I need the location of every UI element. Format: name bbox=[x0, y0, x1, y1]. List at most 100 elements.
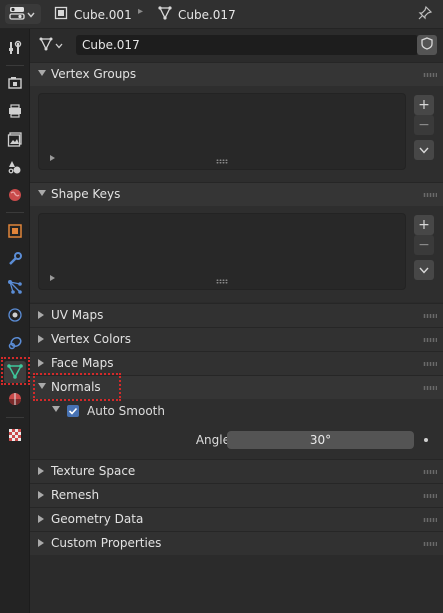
panel-remesh-label: Remesh bbox=[51, 488, 100, 502]
drag-grip-icon[interactable] bbox=[423, 73, 437, 77]
drag-grip-icon[interactable] bbox=[423, 542, 437, 546]
drag-grip-icon[interactable] bbox=[423, 338, 437, 342]
tab-modifiers[interactable] bbox=[4, 249, 26, 271]
breadcrumb-object-name: Cube.001 bbox=[74, 7, 132, 22]
world-globe-icon bbox=[7, 187, 23, 206]
filter-options-triangle-icon[interactable] bbox=[50, 275, 55, 281]
panel-normals-label: Normals bbox=[51, 380, 101, 394]
fake-user-button[interactable] bbox=[417, 35, 437, 55]
expand-triangle-icon bbox=[38, 190, 46, 196]
printer-icon bbox=[7, 103, 23, 122]
tab-output[interactable] bbox=[4, 101, 26, 123]
angle-field[interactable]: 30° bbox=[227, 431, 414, 449]
panel-normals-body: Auto Smooth Angle 30° bbox=[30, 399, 443, 459]
collapse-triangle-icon bbox=[38, 335, 44, 343]
mesh-data-triangle-icon bbox=[39, 37, 53, 54]
tab-data[interactable] bbox=[4, 361, 26, 383]
auto-smooth-label: Auto Smooth bbox=[87, 404, 165, 418]
tab-particles[interactable] bbox=[4, 277, 26, 299]
panel-face-maps-label: Face Maps bbox=[51, 356, 114, 370]
shape-key-specials-button[interactable] bbox=[414, 260, 434, 280]
angle-label: Angle bbox=[195, 433, 230, 447]
camera-back-icon bbox=[7, 75, 23, 94]
wrench-icon bbox=[7, 251, 23, 270]
mesh-name-field[interactable]: Cube.017 bbox=[76, 35, 418, 55]
tab-tool[interactable] bbox=[4, 38, 26, 60]
mesh-data-triangle-icon bbox=[7, 363, 23, 382]
panel-shape-keys-body: + − bbox=[30, 206, 443, 302]
list-resize-handle-icon[interactable] bbox=[216, 279, 228, 284]
breadcrumb-object: Cube.001 bbox=[54, 6, 132, 23]
collapse-triangle-icon bbox=[38, 311, 44, 319]
panel-vertex-groups-header[interactable]: Vertex Groups bbox=[30, 62, 443, 86]
tab-scene[interactable] bbox=[4, 157, 26, 179]
drag-grip-icon[interactable] bbox=[423, 470, 437, 474]
mesh-browse-button[interactable] bbox=[39, 36, 73, 54]
drag-grip-icon[interactable] bbox=[423, 386, 437, 390]
remove-shape-key-button[interactable]: − bbox=[414, 235, 434, 255]
editor-type-selector[interactable] bbox=[5, 4, 41, 24]
drag-grip-icon[interactable] bbox=[423, 193, 437, 197]
panel-shape-keys-header[interactable]: Shape Keys bbox=[30, 182, 443, 206]
material-sphere-icon bbox=[7, 391, 23, 410]
vertex-groups-list[interactable] bbox=[38, 93, 406, 170]
panel-texture-space-header[interactable]: Texture Space bbox=[30, 459, 443, 483]
panel-uv-maps-label: UV Maps bbox=[51, 308, 104, 322]
panel-custom-properties-label: Custom Properties bbox=[51, 536, 162, 550]
breadcrumb-separator: ▸ bbox=[138, 6, 144, 17]
panel-remesh-header[interactable]: Remesh bbox=[30, 483, 443, 507]
panel-face-maps-header[interactable]: Face Maps bbox=[30, 351, 443, 375]
filter-options-triangle-icon[interactable] bbox=[50, 155, 55, 161]
collapse-triangle-icon bbox=[38, 515, 44, 523]
list-resize-handle-icon[interactable] bbox=[216, 159, 228, 164]
add-vertex-group-button[interactable]: + bbox=[414, 95, 434, 115]
drag-grip-icon[interactable] bbox=[423, 314, 437, 318]
checkbox-checked-icon[interactable] bbox=[67, 405, 79, 417]
tab-texture[interactable] bbox=[4, 425, 26, 447]
properties-editor-icon bbox=[9, 6, 25, 23]
keyframe-dot-icon[interactable] bbox=[424, 438, 428, 442]
drag-grip-icon[interactable] bbox=[423, 518, 437, 522]
tab-material[interactable] bbox=[4, 389, 26, 411]
pin-icon[interactable] bbox=[417, 5, 433, 24]
collapse-triangle-icon bbox=[38, 539, 44, 547]
auto-smooth-checkbox[interactable]: Auto Smooth bbox=[67, 404, 165, 418]
drag-grip-icon[interactable] bbox=[423, 362, 437, 366]
panel-shape-keys-label: Shape Keys bbox=[51, 187, 121, 201]
physics-orbit-icon bbox=[7, 307, 23, 326]
tab-object[interactable] bbox=[4, 221, 26, 243]
panel-vertex-colors-label: Vertex Colors bbox=[51, 332, 131, 346]
panel-geometry-data-label: Geometry Data bbox=[51, 512, 144, 526]
tab-render[interactable] bbox=[4, 73, 26, 95]
panel-geometry-data-header[interactable]: Geometry Data bbox=[30, 507, 443, 531]
panel-vertex-groups-body: + − bbox=[30, 86, 443, 182]
tab-view-layer[interactable] bbox=[4, 129, 26, 151]
collapse-triangle-icon bbox=[38, 491, 44, 499]
tab-physics[interactable] bbox=[4, 305, 26, 327]
panel-normals-header[interactable]: Normals bbox=[30, 375, 443, 399]
mesh-datablock-row: Cube.017 bbox=[36, 35, 437, 55]
chevron-down-icon bbox=[419, 262, 429, 278]
drag-grip-icon[interactable] bbox=[423, 494, 437, 498]
expand-triangle-icon bbox=[38, 383, 46, 389]
panel-uv-maps-header[interactable]: UV Maps bbox=[30, 303, 443, 327]
properties-header: Cube.001 ▸ Cube.017 bbox=[0, 0, 443, 29]
properties-tab-strip bbox=[0, 29, 30, 613]
auto-smooth-expand-triangle-icon[interactable] bbox=[52, 406, 60, 412]
remove-vertex-group-button[interactable]: − bbox=[414, 115, 434, 135]
panel-vertex-colors-header[interactable]: Vertex Colors bbox=[30, 327, 443, 351]
shape-keys-list[interactable] bbox=[38, 213, 406, 290]
chevron-down-icon bbox=[419, 142, 429, 158]
tab-separator bbox=[6, 417, 24, 418]
panel-custom-properties-header[interactable]: Custom Properties bbox=[30, 531, 443, 555]
panel-texture-space-label: Texture Space bbox=[51, 464, 136, 478]
tab-world[interactable] bbox=[4, 185, 26, 207]
scene-cone-sphere-icon bbox=[7, 159, 23, 178]
tab-constraints[interactable] bbox=[4, 333, 26, 355]
vertex-group-specials-button[interactable] bbox=[414, 140, 434, 160]
chevron-down-icon bbox=[27, 7, 35, 21]
shield-icon bbox=[421, 37, 433, 53]
tab-separator bbox=[6, 65, 24, 66]
add-shape-key-button[interactable]: + bbox=[414, 215, 434, 235]
properties-content: Cube.017 Vertex Groups + − Shape Keys + … bbox=[30, 29, 443, 613]
